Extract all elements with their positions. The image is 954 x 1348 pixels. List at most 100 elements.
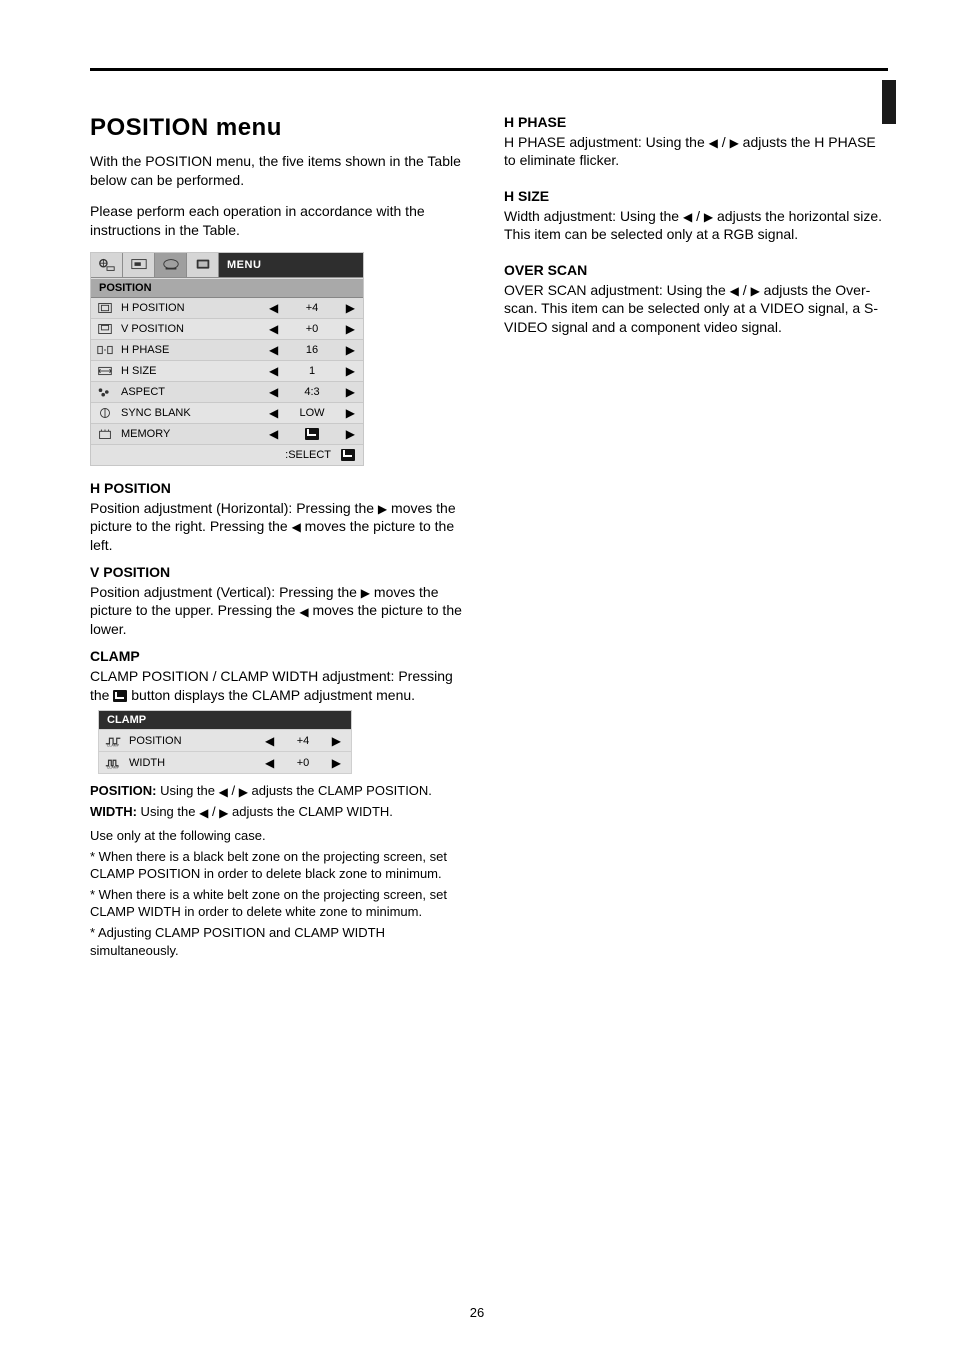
arrow-right-icon[interactable]: ▶ xyxy=(332,735,341,747)
clamp-row-width[interactable]: CLAMP WIDTH ◀ +0 ▶ xyxy=(99,751,351,773)
item-body: CLAMP POSITION / CLAMP WIDTH adjustment:… xyxy=(90,667,470,704)
item-body: OVER SCAN adjustment: Using the ◀ / ▶ ad… xyxy=(504,281,884,336)
arrow-left-icon[interactable]: ◀ xyxy=(269,344,278,356)
svg-text:CLAMP: CLAMP xyxy=(107,765,120,769)
enter-icon xyxy=(305,428,319,440)
clamp-row-value: +0 xyxy=(297,757,310,769)
arrow-left-icon: ◀ xyxy=(219,786,228,798)
osd-row-memory[interactable]: MEMORY ◀ ▶ xyxy=(91,424,363,445)
clamp-row-value: +4 xyxy=(297,735,310,747)
arrow-left-icon: ◀ xyxy=(683,211,692,223)
clamp-row-position[interactable]: CLAMP POSITION ◀ +4 ▶ xyxy=(99,729,351,751)
osd-row-label: SYNC BLANK xyxy=(119,407,261,419)
arrow-right-icon[interactable]: ▶ xyxy=(346,344,355,356)
clamp-pos-icon: CLAMP xyxy=(99,734,129,748)
page-number: 26 xyxy=(470,1305,484,1320)
arrow-right-icon: ▶ xyxy=(730,137,739,149)
arrow-left-icon[interactable]: ◀ xyxy=(265,757,274,769)
arrow-left-icon[interactable]: ◀ xyxy=(269,302,278,314)
osd-row-value: 16 xyxy=(292,344,332,356)
page-body: POSITION menu With the POSITION menu, th… xyxy=(90,114,884,1308)
osd-row-value: LOW xyxy=(292,407,332,419)
osd-tab-position[interactable] xyxy=(123,253,155,277)
osd-row-v-position[interactable]: V POSITION ◀ +0 ▶ xyxy=(91,319,363,340)
arrow-left-icon: ◀ xyxy=(730,285,739,297)
osd-rows: H POSITION ◀+4▶ V POSITION ◀ +0 ▶ H PHASE … xyxy=(91,298,363,445)
arrow-right-icon: ▶ xyxy=(361,587,370,599)
header-rule xyxy=(90,68,888,71)
osd-row-label: ASPECT xyxy=(119,386,261,398)
aspect-icon xyxy=(91,385,119,399)
section-title: POSITION menu xyxy=(90,114,470,142)
item-head: H PHASE xyxy=(504,114,884,130)
arrow-left-icon: ◀ xyxy=(709,137,718,149)
arrow-right-icon[interactable]: ▶ xyxy=(346,365,355,377)
osd-row-label: MEMORY xyxy=(119,428,261,440)
osd-footer-select: :SELECT xyxy=(285,449,331,461)
item-v-position: V POSITION Position adjustment (Vertical… xyxy=(90,564,470,638)
osd-row-value: +0 xyxy=(292,323,332,335)
arrow-left-icon: ◀ xyxy=(299,606,308,618)
osd-row-aspect[interactable]: ASPECT ◀4:3▶ xyxy=(91,382,363,403)
osd-tab-input[interactable] xyxy=(155,253,187,277)
osd-menu-title: MENU xyxy=(219,253,363,277)
clamp-note-useonly: Use only at the following case. xyxy=(90,827,470,844)
osd-row-sync-blank[interactable]: SYNC BLANK ◀ LOW ▶ xyxy=(91,403,363,424)
osd-subtitle: POSITION xyxy=(91,278,363,298)
arrow-right-icon[interactable]: ▶ xyxy=(346,323,355,335)
intro-text-2: Please perform each operation in accorda… xyxy=(90,202,470,240)
right-column: H PHASE H PHASE adjustment: Using the ◀ … xyxy=(504,114,884,969)
osd-tab-screen[interactable] xyxy=(187,253,219,277)
arrow-left-icon[interactable]: ◀ xyxy=(269,323,278,335)
osd-row-label: V POSITION xyxy=(119,323,261,335)
side-tab-marker xyxy=(882,80,896,124)
sync-icon xyxy=(91,406,119,420)
arrow-right-icon[interactable]: ▶ xyxy=(346,386,355,398)
enter-icon xyxy=(341,449,355,461)
item-head: CLAMP xyxy=(90,648,470,664)
item-head: OVER SCAN xyxy=(504,262,884,278)
item-head: H POSITION xyxy=(90,480,470,496)
arrow-right-icon[interactable]: ▶ xyxy=(332,757,341,769)
arrow-left-icon[interactable]: ◀ xyxy=(269,386,278,398)
osd-row-value: 1 xyxy=(292,365,332,377)
item-body: H PHASE adjustment: Using the ◀ / ▶ adju… xyxy=(504,133,884,170)
item-body: Width adjustment: Using the ◀ / ▶ adjust… xyxy=(504,207,884,244)
arrow-right-icon: ▶ xyxy=(378,503,387,515)
arrow-right-icon[interactable]: ▶ xyxy=(346,302,355,314)
item-over-scan: OVER SCAN OVER SCAN adjustment: Using th… xyxy=(504,262,884,336)
svg-text:CLAMP: CLAMP xyxy=(107,743,120,747)
clamp-row-label: WIDTH xyxy=(129,757,255,769)
arrow-left-icon: ◀ xyxy=(292,521,301,533)
left-column: POSITION menu With the POSITION menu, th… xyxy=(90,114,470,969)
intro-text-1: With the POSITION menu, the five items s… xyxy=(90,152,470,190)
osd-row-label: H PHASE xyxy=(119,344,261,356)
osd-row-h-phase[interactable]: H PHASE ◀ 16 ▶ xyxy=(91,340,363,361)
arrow-left-icon[interactable]: ◀ xyxy=(269,407,278,419)
arrow-left-icon[interactable]: ◀ xyxy=(269,428,278,440)
clamp-sub-panel: CLAMP CLAMP POSITION ◀ +4 ▶ CLAMP WIDTH ◀ +… xyxy=(98,710,352,774)
arrow-right-icon[interactable]: ▶ xyxy=(346,428,355,440)
osd-tab-picture[interactable] xyxy=(91,253,123,277)
arrow-right-icon: ▶ xyxy=(239,786,248,798)
clamp-row-label: POSITION xyxy=(129,735,255,747)
clamp-note-width: WIDTH: Using the ◀ / ▶ adjusts the CLAMP… xyxy=(90,803,470,820)
h-size-icon xyxy=(91,364,119,378)
osd-footer: :SELECT xyxy=(91,445,363,465)
arrow-right-icon[interactable]: ▶ xyxy=(346,407,355,419)
item-head: V POSITION xyxy=(90,564,470,580)
osd-row-h-size[interactable]: H SIZE ◀1▶ xyxy=(91,361,363,382)
clamp-note-head: POSITION: xyxy=(90,783,156,798)
item-h-phase: H PHASE H PHASE adjustment: Using the ◀ … xyxy=(504,114,884,170)
arrow-left-icon[interactable]: ◀ xyxy=(269,365,278,377)
osd-panel: MENU POSITION H POSITION ◀+4▶ V POSITION… xyxy=(90,252,364,466)
h-phase-icon xyxy=(91,343,119,357)
osd-tab-row: MENU xyxy=(91,253,363,278)
clamp-note-white: * When there is a white belt zone on the… xyxy=(90,886,470,920)
clamp-note-head: WIDTH: xyxy=(90,804,137,819)
arrow-left-icon[interactable]: ◀ xyxy=(265,735,274,747)
osd-row-h-position[interactable]: H POSITION ◀+4▶ xyxy=(91,298,363,319)
item-h-position: H POSITION Position adjustment (Horizont… xyxy=(90,480,470,554)
h-position-icon xyxy=(91,301,119,315)
item-clamp: CLAMP CLAMP POSITION / CLAMP WIDTH adjus… xyxy=(90,648,470,958)
